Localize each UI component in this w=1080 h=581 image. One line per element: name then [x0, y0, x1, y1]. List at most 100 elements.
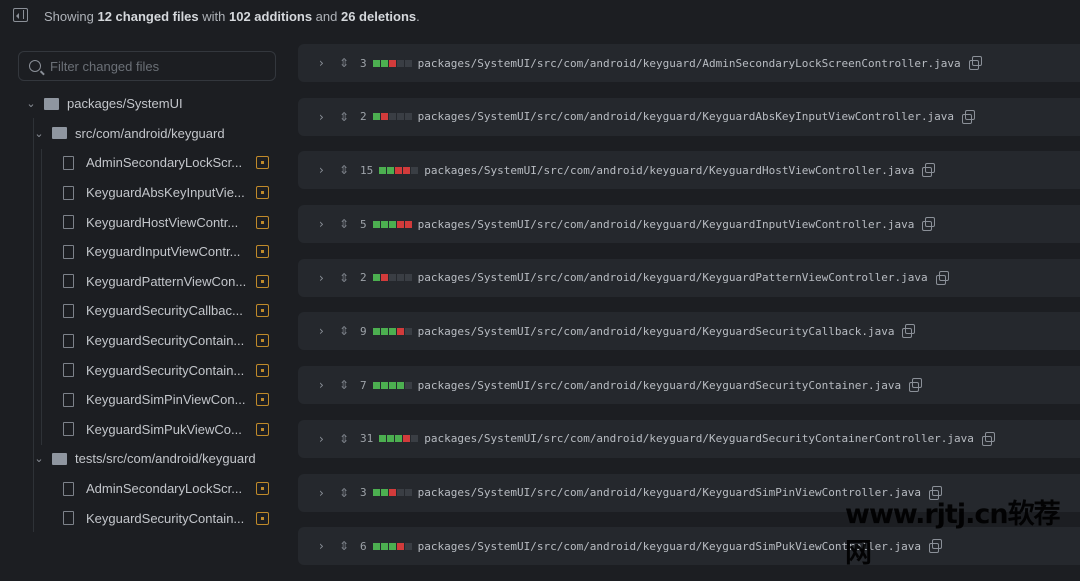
expand-lines-icon[interactable]: ⇕ — [339, 217, 355, 231]
copy-icon[interactable] — [981, 431, 995, 446]
tree-folder-root[interactable]: ⌄ packages/SystemUI — [0, 89, 290, 119]
diff-file-header[interactable]: › ⇕ 31 packages/SystemUI/src/com/android/ke… — [298, 419, 1080, 458]
diffstat-deletion — [388, 59, 396, 67]
tree-file[interactable]: KeyguardSimPukViewCo... — [0, 415, 290, 445]
diffstat-addition — [380, 489, 388, 496]
copy-icon[interactable] — [922, 217, 936, 232]
file-modified-icon — [256, 422, 269, 436]
diff-file-header[interactable]: › ⇕ 2 packages/SystemUI/src/com/android/key… — [298, 258, 1080, 297]
tree-file[interactable]: AdminSecondaryLockScr... — [0, 474, 290, 504]
diffstat-addition — [380, 542, 388, 550]
folder-name: packages/SystemUI — [67, 96, 183, 112]
tree-file[interactable]: KeyguardPatternViewCon... — [0, 267, 290, 297]
file-path[interactable]: packages/SystemUI/src/com/android/keygua… — [418, 325, 895, 338]
file-path[interactable]: packages/SystemUI/src/com/android/keygua… — [418, 271, 928, 284]
file-path[interactable]: packages/SystemUI/src/com/android/keygua… — [418, 110, 954, 123]
summary-text: with — [198, 9, 229, 24]
diffstat-deletion — [396, 220, 404, 228]
expand-lines-icon[interactable]: ⇕ — [339, 271, 355, 285]
diffstat-neutral — [388, 113, 396, 121]
diff-file-header[interactable]: › ⇕ 9 packages/SystemUI/src/com/android/key… — [298, 312, 1080, 351]
diffstat-deletion — [380, 274, 388, 282]
diffstat-addition — [372, 327, 380, 335]
file-name: AdminSecondaryLockScr... — [86, 481, 243, 497]
file-icon — [63, 333, 74, 348]
tree-file[interactable]: KeyguardSecurityCallbac... — [0, 296, 290, 326]
tree-file[interactable]: KeyguardSecurityContain... — [0, 326, 290, 356]
expand-lines-icon[interactable]: ⇕ — [339, 163, 355, 177]
file-path[interactable]: packages/SystemUI/src/com/android/keygua… — [418, 57, 961, 70]
expand-lines-icon[interactable]: ⇕ — [339, 324, 355, 338]
tree-file[interactable]: KeyguardSecurityContain... — [0, 355, 290, 385]
diff-file-header[interactable]: › ⇕ 5 packages/SystemUI/src/com/android/key… — [298, 205, 1080, 244]
expand-lines-icon[interactable]: ⇕ — [339, 432, 355, 446]
diff-file-header[interactable]: › ⇕ 15 packages/SystemUI/src/com/android/ke… — [298, 151, 1080, 190]
diff-file-header[interactable]: › ⇕ 7 packages/SystemUI/src/com/android/key… — [298, 366, 1080, 405]
copy-icon[interactable] — [909, 378, 923, 393]
diffstat-addition — [372, 489, 380, 496]
tree-file[interactable]: KeyguardSecurityContain... — [0, 503, 290, 533]
tree-folder[interactable]: ⌄ tests/src/com/android/keyguard — [0, 444, 290, 474]
chevron-right-icon[interactable]: › — [319, 56, 337, 70]
file-name: KeyguardAbsKeyInputVie... — [86, 185, 245, 201]
expand-lines-icon[interactable]: ⇕ — [339, 378, 355, 392]
diff-file-header[interactable]: › ⇕ 3 packages/SystemUI/src/com/android/key… — [298, 44, 1080, 82]
chevron-right-icon[interactable]: › — [319, 378, 337, 392]
tree-file[interactable]: AdminSecondaryLockScr... — [0, 148, 290, 178]
lines-changed-count: 31 — [360, 432, 374, 446]
tree-file[interactable]: KeyguardAbsKeyInputVie... — [0, 178, 290, 208]
chevron-right-icon[interactable]: › — [319, 539, 337, 553]
diffstat-addition — [388, 542, 396, 550]
file-icon — [63, 481, 74, 496]
diffstat-addition — [380, 59, 388, 67]
chevron-right-icon[interactable]: › — [319, 217, 337, 231]
file-icon — [63, 215, 74, 230]
diffstat-addition — [379, 435, 387, 443]
diffstat-neutral — [404, 327, 412, 335]
summary-text: Showing — [44, 9, 98, 24]
file-path[interactable]: packages/SystemUI/src/com/android/keygua… — [424, 432, 974, 445]
tree-folder[interactable]: ⌄ src/com/android/keyguard — [0, 119, 290, 149]
copy-icon[interactable] — [922, 163, 936, 178]
chevron-right-icon[interactable]: › — [319, 271, 337, 285]
files-count: 12 changed files — [97, 9, 199, 24]
file-modified-icon — [256, 156, 269, 170]
folder-icon — [52, 452, 67, 465]
toggle-sidebar-icon[interactable] — [13, 8, 28, 22]
expand-lines-icon[interactable]: ⇕ — [339, 56, 355, 70]
chevron-right-icon[interactable]: › — [319, 486, 337, 500]
chevron-down-icon[interactable]: ⌄ — [26, 97, 36, 110]
tree-file[interactable]: KeyguardSimPinViewCon... — [0, 385, 290, 415]
file-name: KeyguardSecurityCallbac... — [86, 303, 243, 319]
chevron-down-icon[interactable]: ⌄ — [34, 127, 44, 140]
lines-changed-count: 9 — [360, 324, 367, 338]
diff-file-header[interactable]: › ⇕ 2 packages/SystemUI/src/com/android/key… — [298, 97, 1080, 136]
diffstat-deletion — [396, 327, 404, 335]
copy-icon[interactable] — [902, 324, 916, 339]
diffstat-addition — [395, 435, 403, 443]
file-name: KeyguardSecurityContain... — [86, 510, 245, 526]
diffstat-addition — [372, 113, 380, 121]
expand-lines-icon[interactable]: ⇕ — [339, 110, 355, 124]
chevron-down-icon[interactable]: ⌄ — [34, 452, 44, 465]
expand-lines-icon[interactable]: ⇕ — [339, 486, 355, 500]
copy-icon[interactable] — [968, 56, 982, 70]
tree-file[interactable]: KeyguardInputViewContr... — [0, 237, 290, 267]
file-icon — [63, 155, 74, 170]
chevron-right-icon[interactable]: › — [319, 432, 337, 446]
tree-file[interactable]: KeyguardHostViewContr... — [0, 207, 290, 237]
chevron-right-icon[interactable]: › — [319, 110, 337, 124]
chevron-right-icon[interactable]: › — [319, 324, 337, 338]
file-path[interactable]: packages/SystemUI/src/com/android/keygua… — [424, 164, 914, 177]
copy-icon[interactable] — [962, 109, 976, 124]
expand-lines-icon[interactable]: ⇕ — [339, 539, 355, 553]
filter-files-input[interactable] — [50, 58, 260, 74]
file-path[interactable]: packages/SystemUI/src/com/android/keygua… — [418, 379, 901, 392]
chevron-right-icon[interactable]: › — [319, 163, 337, 177]
file-modified-icon — [256, 274, 269, 288]
copy-icon[interactable] — [935, 270, 949, 285]
file-path[interactable]: packages/SystemUI/src/com/android/keygua… — [418, 218, 915, 231]
file-modified-icon — [256, 393, 269, 407]
diffstat-addition — [372, 59, 380, 67]
filter-files-search[interactable] — [18, 51, 276, 81]
